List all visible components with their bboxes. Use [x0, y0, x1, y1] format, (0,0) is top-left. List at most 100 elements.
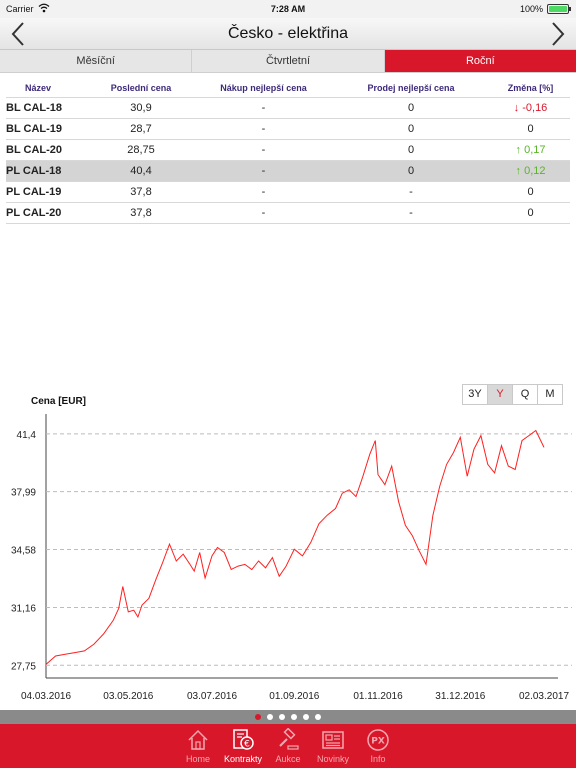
- contracts-table: Název Poslední cena Nákup nejlepší cena …: [6, 79, 570, 224]
- app-screen: Carrier 7:28 AM 100% Česko - elektřina M…: [0, 0, 576, 768]
- column-header-best-sell: Prodej nejlepší cena: [367, 83, 455, 93]
- column-header-best-buy: Nákup nejlepší cena: [220, 83, 307, 93]
- cell-best-sell: -: [409, 186, 413, 198]
- column-header-name: Název: [24, 83, 51, 93]
- x-tick-label: 02.03.2017: [519, 691, 569, 702]
- cell-last-price: 28,75: [127, 144, 155, 156]
- page-dot[interactable]: [279, 714, 285, 720]
- price-chart: 27,75 31,16 34,58 37,99 41,4 04.03.2016 03.05.…: [11, 414, 572, 702]
- info-px-icon: PX: [367, 729, 389, 751]
- y-tick-label: 37,99: [11, 488, 36, 499]
- page-dot[interactable]: [303, 714, 309, 720]
- cell-best-buy: -: [261, 144, 266, 156]
- cell-best-sell: 0: [407, 123, 415, 135]
- cell-change: ↑ 0,12: [515, 165, 546, 177]
- x-tick-label: 31.12.2016: [435, 691, 485, 702]
- tab-bar-label: Kontrakty: [223, 754, 263, 764]
- cell-name: PL CAL-20: [6, 207, 62, 219]
- tab-yearly[interactable]: Roční: [384, 50, 576, 72]
- svg-text:PX: PX: [371, 737, 385, 747]
- x-tick-label: 04.03.2016: [21, 691, 71, 702]
- page-dot[interactable]: [315, 714, 321, 720]
- price-series-line: [45, 429, 545, 665]
- cell-best-buy: -: [261, 102, 266, 114]
- tab-bar-news[interactable]: Novinky: [311, 724, 356, 768]
- cell-change: 0: [527, 207, 534, 219]
- y-tick-label: 31,16: [11, 603, 36, 614]
- cell-change: 0: [527, 186, 534, 198]
- newspaper-icon: [322, 731, 344, 749]
- cell-name: BL CAL-19: [6, 123, 63, 135]
- page-dot[interactable]: [267, 714, 273, 720]
- cell-last-price: 28,7: [130, 123, 152, 135]
- chart-y-axis-label: Cena [EUR]: [31, 396, 87, 407]
- cell-change: ↓ -0,16: [513, 102, 548, 114]
- cell-name: BL CAL-18: [6, 102, 63, 114]
- tab-quarterly[interactable]: Čtvrtletní: [192, 50, 385, 72]
- cell-last-price: 37,8: [130, 186, 152, 198]
- page-title: Česko - elektřina: [227, 25, 349, 42]
- home-icon: [188, 729, 208, 750]
- cell-best-buy: -: [261, 186, 266, 198]
- battery-percent: 100%: [519, 4, 543, 14]
- page-dot[interactable]: [291, 714, 297, 720]
- battery-icon: [547, 4, 571, 14]
- page-dot-active[interactable]: [255, 714, 261, 720]
- y-tick-label: 41,4: [17, 430, 37, 441]
- clock: 7:28 AM: [270, 4, 306, 14]
- range-button-quarter[interactable]: Q: [512, 384, 538, 405]
- range-button-month[interactable]: M: [537, 384, 563, 405]
- y-tick-label: 34,58: [11, 545, 36, 556]
- period-tabs: Měsíční Čtvrtletní Roční: [0, 50, 576, 73]
- cell-change: 0: [527, 123, 534, 135]
- tab-bar-contracts[interactable]: € Kontrakty: [221, 724, 266, 768]
- table-row[interactable]: PL CAL-19 37,8 - - 0: [6, 182, 570, 203]
- status-bar: Carrier 7:28 AM 100%: [0, 0, 576, 18]
- cell-best-buy: -: [261, 123, 266, 135]
- svg-text:€: €: [244, 740, 250, 750]
- table-row[interactable]: BL CAL-20 28,75 - 0 ↑ 0,17: [6, 140, 570, 161]
- gavel-icon: [279, 728, 299, 750]
- x-tick-label: 01.11.2016: [353, 691, 403, 702]
- page-indicator: [0, 710, 576, 724]
- x-tick-label: 03.07.2016: [187, 691, 237, 702]
- forward-arrow-icon[interactable]: [544, 21, 570, 47]
- cell-best-buy: -: [261, 207, 266, 219]
- cell-name: PL CAL-18: [6, 165, 62, 177]
- cell-best-buy: -: [261, 165, 266, 177]
- table-row[interactable]: BL CAL-19 28,7 - 0 0: [6, 119, 570, 140]
- cell-best-sell: 0: [407, 144, 415, 156]
- tab-bar-info[interactable]: PX Info: [356, 724, 401, 768]
- tab-monthly[interactable]: Měsíční: [0, 50, 193, 72]
- tab-bar-label: Aukce: [275, 754, 301, 764]
- cell-last-price: 37,8: [130, 207, 152, 219]
- range-button-3y[interactable]: 3Y: [462, 384, 488, 405]
- navigation-bar: Česko - elektřina: [0, 18, 576, 50]
- table-row-selected[interactable]: PL CAL-18 40,4 - 0 ↑ 0,12: [6, 161, 570, 182]
- bottom-tab-bar: Home € Kontrakty Aukce Novinky PX Info: [0, 724, 576, 768]
- table-row[interactable]: BL CAL-18 30,9 - 0 ↓ -0,16: [6, 98, 570, 119]
- tab-bar-home[interactable]: Home: [176, 724, 221, 768]
- tab-bar-label: Novinky: [316, 754, 349, 764]
- y-tick-label: 27,75: [11, 661, 36, 672]
- column-header-change: Změna [%]: [507, 83, 554, 93]
- cell-best-sell: 0: [407, 102, 415, 114]
- cell-best-sell: 0: [407, 165, 415, 177]
- cell-last-price: 40,4: [130, 165, 152, 177]
- cell-name: PL CAL-19: [6, 186, 62, 198]
- column-header-last-price: Poslední cena: [110, 83, 172, 93]
- tab-bar-label: Info: [370, 754, 386, 764]
- x-tick-label: 03.05.2016: [103, 691, 153, 702]
- contracts-euro-icon: €: [233, 729, 254, 750]
- x-tick-label: 01.09.2016: [269, 691, 319, 702]
- table-header-row: Název Poslední cena Nákup nejlepší cena …: [6, 79, 570, 98]
- tab-bar-auctions[interactable]: Aukce: [266, 724, 311, 768]
- tab-bar-label: Home: [185, 754, 210, 764]
- chart-range-selector: 3Y Y Q M: [462, 384, 563, 405]
- cell-name: BL CAL-20: [6, 144, 63, 156]
- cell-best-sell: -: [409, 207, 413, 219]
- cell-last-price: 30,9: [130, 102, 152, 114]
- range-button-year[interactable]: Y: [487, 384, 513, 405]
- cell-change: ↑ 0,17: [515, 144, 546, 156]
- table-row[interactable]: PL CAL-20 37,8 - - 0: [6, 203, 570, 224]
